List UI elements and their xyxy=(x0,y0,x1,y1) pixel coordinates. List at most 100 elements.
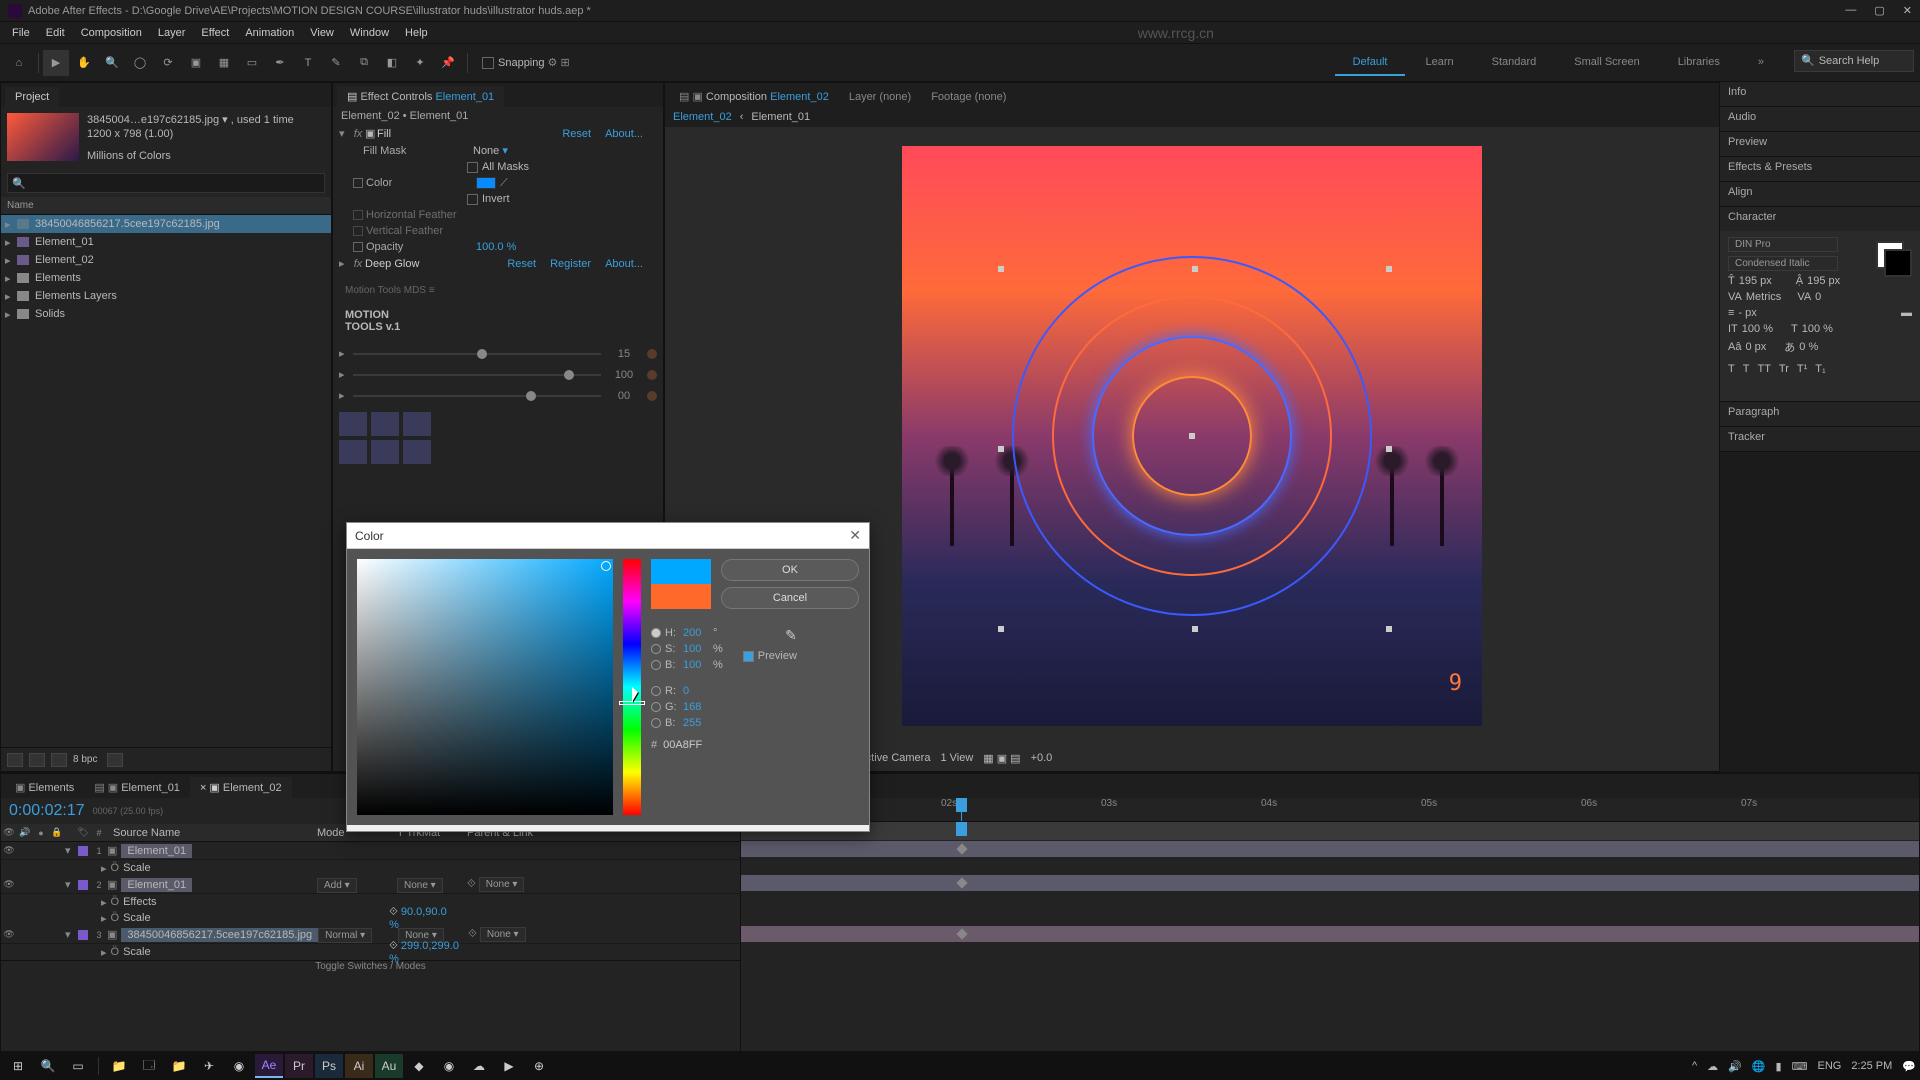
shape-tool-icon[interactable]: ▭ xyxy=(239,50,265,76)
color-dialog-close-icon[interactable]: ✕ xyxy=(849,527,861,544)
r-value[interactable]: 0 xyxy=(683,685,709,697)
menu-file[interactable]: File xyxy=(4,24,38,42)
motion-tools-slider[interactable]: ▸15 xyxy=(333,343,663,364)
task-view-icon[interactable]: ▭ xyxy=(64,1054,92,1078)
app-icon-4[interactable]: ◉ xyxy=(435,1054,463,1078)
comp-canvas[interactable]: 9 xyxy=(902,146,1482,726)
invert-check[interactable] xyxy=(467,194,478,205)
h-value[interactable]: 200 xyxy=(683,627,709,639)
dialog-eyedropper-icon[interactable]: ✎ xyxy=(785,627,797,644)
app-icon-5[interactable]: ☁ xyxy=(465,1054,493,1078)
tray-clock[interactable]: 2:25 PM xyxy=(1851,1060,1892,1072)
workspace-more-icon[interactable]: » xyxy=(1740,50,1782,76)
work-area-bar[interactable] xyxy=(741,822,1919,840)
motion-tools-slider[interactable]: ▸00 xyxy=(333,385,663,406)
menu-composition[interactable]: Composition xyxy=(73,24,150,42)
selection-tool-icon[interactable]: ▶ xyxy=(43,50,69,76)
tray-chevron-icon[interactable]: ^ xyxy=(1692,1060,1697,1072)
tray-keyboard-icon[interactable]: ⌨ xyxy=(1792,1060,1808,1073)
tray-volume-icon[interactable]: 🔊 xyxy=(1728,1060,1742,1073)
puppet-tool-icon[interactable]: 📌 xyxy=(435,50,461,76)
fx-reset-link[interactable]: Reset xyxy=(562,128,591,140)
menu-edit[interactable]: Edit xyxy=(38,24,73,42)
illustrator-icon[interactable]: Ai xyxy=(345,1054,373,1078)
preview-panel-tab[interactable]: Preview xyxy=(1720,132,1920,156)
project-search-input[interactable]: 🔍 xyxy=(7,173,325,193)
timeline-right[interactable]: 01s02s03s04s05s06s07s xyxy=(741,798,1919,1051)
align-panel-tab[interactable]: Align xyxy=(1720,182,1920,206)
tray-cloud-icon[interactable]: ☁ xyxy=(1707,1060,1718,1073)
audio-panel-tab[interactable]: Audio xyxy=(1720,107,1920,131)
project-item[interactable]: ▸Element_01 xyxy=(1,233,331,251)
motion-tools-slider[interactable]: ▸100 xyxy=(333,364,663,385)
start-button[interactable]: ⊞ xyxy=(4,1054,32,1078)
menu-animation[interactable]: Animation xyxy=(237,24,302,42)
fill-color-swatch[interactable] xyxy=(476,177,496,189)
tracker-panel-tab[interactable]: Tracker xyxy=(1720,427,1920,451)
pan-behind-icon[interactable]: ▦ xyxy=(211,50,237,76)
zoom-tool-icon[interactable]: 🔍 xyxy=(99,50,125,76)
g-value[interactable]: 168 xyxy=(683,701,709,713)
project-item[interactable]: ▸Solids xyxy=(1,305,331,323)
layer-duration-bar[interactable] xyxy=(741,841,1919,857)
cancel-button[interactable]: Cancel xyxy=(721,587,859,609)
menu-help[interactable]: Help xyxy=(397,24,436,42)
s-value[interactable]: 100 xyxy=(683,643,709,655)
app-icon-3[interactable]: ◆ xyxy=(405,1054,433,1078)
camera-tool-icon[interactable]: ▣ xyxy=(183,50,209,76)
app-icon-6[interactable]: ▶ xyxy=(495,1054,523,1078)
workspace-libraries[interactable]: Libraries xyxy=(1660,50,1738,76)
tray-lang[interactable]: ENG xyxy=(1817,1060,1841,1072)
project-item[interactable]: ▸38450046856217.5cee197c62185.jpg xyxy=(1,215,331,233)
view-dropdown[interactable]: 1 View xyxy=(940,752,973,764)
roto-tool-icon[interactable]: ✦ xyxy=(407,50,433,76)
timeline-property-row[interactable]: ▸ÖScale⟐ 299.0,299.0 % xyxy=(1,944,740,960)
exposure-value[interactable]: +0.0 xyxy=(1031,752,1053,764)
av-column-icon[interactable]: 👁 xyxy=(1,827,17,838)
orbit-tool-icon[interactable]: ◯ xyxy=(127,50,153,76)
trash-icon[interactable] xyxy=(107,753,123,767)
ok-button[interactable]: OK xyxy=(721,559,859,581)
app-icon-1[interactable]: 🗔 xyxy=(135,1054,163,1078)
workspace-standard[interactable]: Standard xyxy=(1474,50,1555,76)
bv-radio[interactable] xyxy=(651,718,661,728)
app-icon-7[interactable]: ⊕ xyxy=(525,1054,553,1078)
all-masks-check[interactable] xyxy=(467,162,478,173)
playhead[interactable] xyxy=(961,798,962,821)
rotate-tool-icon[interactable]: ⟳ xyxy=(155,50,181,76)
opacity-stopwatch-icon[interactable] xyxy=(353,242,363,252)
maximize-icon[interactable]: ▢ xyxy=(1874,4,1884,17)
h-radio[interactable] xyxy=(651,628,661,638)
timeline-timecode[interactable]: 0:00:02:17 xyxy=(1,798,93,824)
info-panel-tab[interactable]: Info xyxy=(1720,82,1920,106)
layer-duration-bar[interactable] xyxy=(741,875,1919,891)
after-effects-icon[interactable]: Ae xyxy=(255,1054,283,1078)
new-folder-icon[interactable] xyxy=(29,753,45,767)
minimize-icon[interactable]: — xyxy=(1845,4,1856,17)
fx-fill-header[interactable]: ▾fx ▣ Fill Reset About... xyxy=(333,125,663,142)
b-radio[interactable] xyxy=(651,660,661,670)
snapping-toggle[interactable]: Snapping ⚙ ⊞ xyxy=(482,56,570,69)
r-radio[interactable] xyxy=(651,686,661,696)
new-comp-icon[interactable] xyxy=(51,753,67,767)
toggle-switches-button[interactable]: Toggle Switches / Modes xyxy=(1,960,740,978)
project-item[interactable]: ▸Elements Layers xyxy=(1,287,331,305)
eraser-tool-icon[interactable]: ◧ xyxy=(379,50,405,76)
brush-tool-icon[interactable]: ✎ xyxy=(323,50,349,76)
workspace-learn[interactable]: Learn xyxy=(1407,50,1471,76)
timeline-property-row[interactable]: ▸ÖScale⟐ 90.0,90.0 % xyxy=(1,910,740,926)
fill-mask-dropdown[interactable]: None ▾ xyxy=(473,144,508,157)
chrome-icon[interactable]: ◉ xyxy=(225,1054,253,1078)
effect-controls-tab[interactable]: ▤ Effect Controls Element_01 xyxy=(337,86,504,107)
layer-tab[interactable]: Layer (none) xyxy=(839,87,921,107)
font-family-dropdown[interactable]: DIN Pro xyxy=(1728,237,1838,252)
telegram-icon[interactable]: ✈ xyxy=(195,1054,223,1078)
font-style-dropdown[interactable]: Condensed Italic xyxy=(1728,256,1838,271)
menu-layer[interactable]: Layer xyxy=(150,24,194,42)
project-column-name[interactable]: Name xyxy=(1,197,331,215)
menu-window[interactable]: Window xyxy=(342,24,397,42)
color-stopwatch-icon[interactable] xyxy=(353,178,363,188)
timeline-property-row[interactable]: ▸ÖEffects xyxy=(1,894,740,910)
bv-value[interactable]: 255 xyxy=(683,717,709,729)
timeline-layer-row[interactable]: 👁▾1▣Element_01 xyxy=(1,842,740,860)
